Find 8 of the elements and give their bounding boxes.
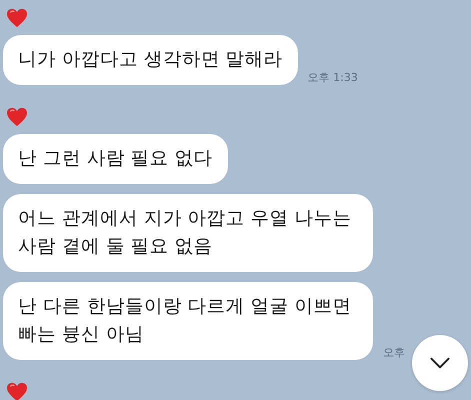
message-bubble: 난 그런 사람 필요 없다: [3, 134, 228, 184]
message-time: 오후 1:33: [308, 70, 358, 85]
scroll-down-button[interactable]: [412, 335, 468, 391]
message-bubble: 어느 관계에서 지가 아깝고 우열 나누는 사람 곁에 둘 필요 없음: [3, 194, 373, 272]
message-bubble: 니가 아깝다고 생각하면 말해라: [3, 35, 298, 85]
chevron-down-icon: [429, 357, 451, 369]
message-time: 오후: [383, 345, 405, 360]
message-bubble: 난 다른 한남들이랑 다르게 얼굴 이쁘면 빠는 븅신 아님: [3, 282, 373, 360]
